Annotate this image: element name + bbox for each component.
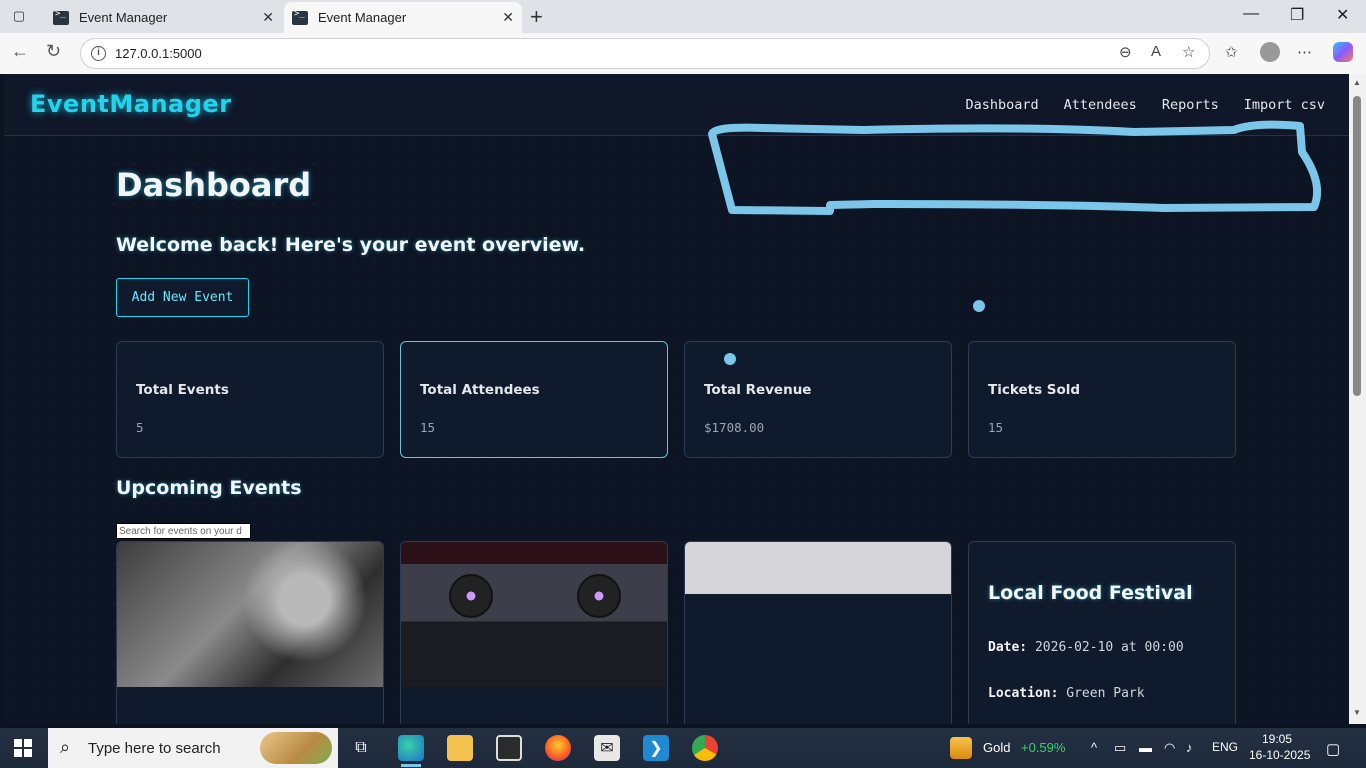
app-page: EventManager Dashboard Attendees Reports… [4,74,1349,724]
event-location: Location: Green Park [988,686,1145,701]
notifications-icon[interactable]: ▢ [1326,740,1340,758]
windows-start-icon[interactable] [14,739,32,757]
vscode-icon[interactable]: ❯ [643,735,669,761]
event-card[interactable] [400,541,668,724]
terminal-favicon-icon [292,9,308,25]
back-icon[interactable]: ← [11,41,29,62]
profile-avatar[interactable] [1260,42,1280,62]
terminal-favicon-icon [53,9,69,25]
language-indicator[interactable]: ENG [1212,740,1238,754]
copilot-icon[interactable] [1333,42,1353,62]
browser-tab-active[interactable]: Event Manager ✕ [284,2,522,33]
tab-actions-icon[interactable]: ▢ [8,6,30,26]
tab-title: Event Manager [79,10,168,25]
event-location-label: Location: [988,686,1059,701]
nav-links: Dashboard Attendees Reports Import csv [966,97,1326,113]
search-highlight-bread-icon[interactable] [260,732,332,764]
page-title: Dashboard [116,166,312,204]
clock-date[interactable]: 16-10-2025 [1249,748,1310,762]
search-icon: ⌕ [60,737,71,757]
scroll-down-icon[interactable]: ▼ [1353,708,1361,717]
device-icon[interactable]: ▭ [1114,740,1126,756]
nav-link-reports[interactable]: Reports [1162,97,1219,113]
stat-value: 5 [136,420,144,435]
nav-link-dashboard[interactable]: Dashboard [966,97,1039,113]
window-close-icon[interactable]: ✕ [1336,5,1349,25]
minimize-icon[interactable]: — [1243,5,1259,23]
tab-close-icon[interactable]: ✕ [262,9,274,26]
tab-title: Event Manager [318,10,407,25]
refresh-icon[interactable]: ↻ [46,41,61,62]
stat-card-tickets-sold: Tickets Sold 15 [968,341,1236,458]
stat-label: Total Attendees [420,382,540,398]
favorites-icon[interactable]: ✩ [1225,43,1238,61]
volume-icon[interactable]: ♪ [1186,740,1193,755]
stat-value: 15 [420,420,436,435]
event-card[interactable] [684,541,952,724]
event-location-value: Green Park [1066,686,1145,701]
page-scrollbar[interactable]: ▲ ▼ [1349,74,1366,724]
maximize-icon[interactable]: ❐ [1290,5,1304,25]
site-info-icon[interactable]: i [91,46,106,61]
stat-label: Total Revenue [704,382,812,398]
stat-card-total-events: Total Events 5 [116,341,384,458]
nav-link-import-csv[interactable]: Import csv [1244,97,1325,113]
favorite-star-icon[interactable]: ☆ [1182,43,1195,61]
chrome-icon[interactable] [692,735,718,761]
wifi-icon[interactable]: ◠ [1164,740,1175,756]
gold-ticker-icon [950,737,972,759]
browser-tab[interactable]: Event Manager ✕ [45,2,282,33]
zoom-icon[interactable]: ⊖ [1119,43,1132,61]
edge-browser-icon[interactable] [398,735,424,767]
tab-close-icon[interactable]: ✕ [502,9,514,26]
mail-icon[interactable]: ✉ [594,735,620,761]
event-photo-dj [117,542,383,687]
read-aloud-icon[interactable]: A [1151,43,1161,60]
turntable-icon [577,574,621,618]
brand-logo[interactable]: EventManager [30,90,232,118]
windows-taskbar: ⌕ Type here to search ⧉ ✉ ❯ Gold +0.59% … [0,728,1366,768]
microsoft-store-icon[interactable] [496,735,522,761]
task-view-icon[interactable]: ⧉ [348,735,374,761]
more-options-icon[interactable]: ⋯ [1297,43,1312,61]
event-search-input[interactable] [116,523,251,539]
ticker-change[interactable]: +0.59% [1021,740,1065,755]
browser-tab-bar: ▢ Event Manager ✕ Event Manager ✕ + — ❐ … [0,0,1366,33]
taskbar-search-text: Type here to search [88,739,221,757]
url-text: 127.0.0.1:5000 [115,46,202,61]
ticker-name[interactable]: Gold [983,740,1010,755]
event-date-value: 2026-02-10 at 00:00 [1034,640,1184,655]
battery-icon[interactable]: ▬ [1139,740,1152,755]
file-explorer-icon[interactable] [447,735,473,761]
event-date: Date: 2026-02-10 at 00:00 [988,640,1184,655]
annotation-dot [724,353,736,365]
event-date-label: Date: [988,640,1028,655]
upcoming-events-heading: Upcoming Events [116,477,302,499]
firefox-icon[interactable] [545,735,571,761]
scrollbar-thumb[interactable] [1353,96,1361,396]
event-photo [685,542,951,594]
taskbar-search-box[interactable]: ⌕ Type here to search [48,728,338,768]
annotation-dot [973,300,985,312]
clock-time[interactable]: 19:05 [1262,732,1292,746]
url-field[interactable]: i 127.0.0.1:5000 [80,38,1210,69]
stat-label: Total Events [136,382,229,398]
show-hidden-icons-icon[interactable]: ^ [1091,740,1097,755]
event-card[interactable] [116,541,384,724]
event-card-local-food-festival[interactable]: Local Food Festival Date: 2026-02-10 at … [968,541,1236,724]
new-tab-icon[interactable]: + [530,4,543,30]
address-bar-row: ← ↻ i 127.0.0.1:5000 ⊖ A ☆ ✩ ⋯ [0,33,1366,74]
stat-value: 15 [988,420,1004,435]
turntable-icon [449,574,493,618]
nav-link-attendees[interactable]: Attendees [1064,97,1137,113]
event-photo-dj-software [401,542,667,687]
stat-card-total-attendees: Total Attendees 15 [400,341,668,458]
stat-label: Tickets Sold [988,382,1081,398]
add-event-button[interactable]: Add New Event [116,278,249,317]
scroll-up-icon[interactable]: ▲ [1353,78,1361,87]
stat-value: $1708.00 [704,420,765,435]
app-navbar: EventManager Dashboard Attendees Reports… [4,74,1349,136]
welcome-heading: Welcome back! Here's your event overview… [116,234,586,256]
event-title: Local Food Festival [988,582,1193,604]
